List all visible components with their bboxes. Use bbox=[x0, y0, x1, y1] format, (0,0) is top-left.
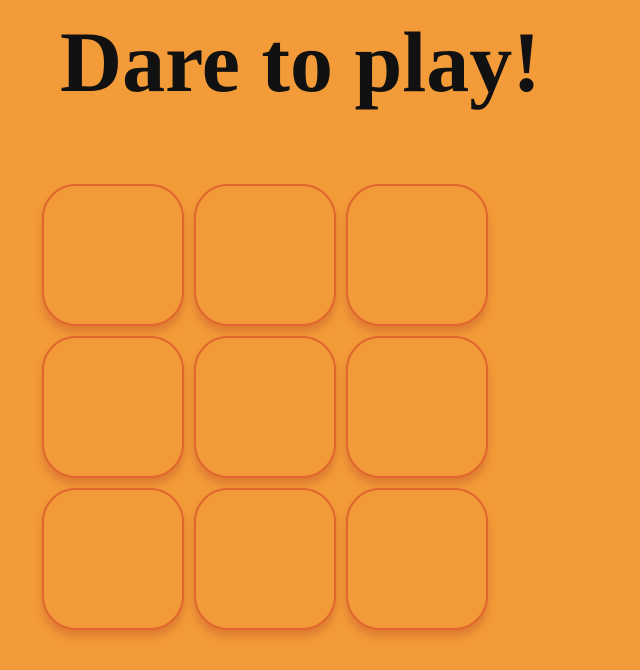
game-board bbox=[42, 184, 490, 632]
board-cell-2[interactable] bbox=[194, 184, 336, 326]
board-cell-8[interactable] bbox=[194, 488, 336, 630]
board-cell-5[interactable] bbox=[194, 336, 336, 478]
board-cell-6[interactable] bbox=[346, 336, 488, 478]
board-cell-7[interactable] bbox=[42, 488, 184, 630]
board-cell-3[interactable] bbox=[346, 184, 488, 326]
board-cell-9[interactable] bbox=[346, 488, 488, 630]
page-title: Dare to play! bbox=[60, 14, 541, 110]
board-cell-4[interactable] bbox=[42, 336, 184, 478]
board-cell-1[interactable] bbox=[42, 184, 184, 326]
